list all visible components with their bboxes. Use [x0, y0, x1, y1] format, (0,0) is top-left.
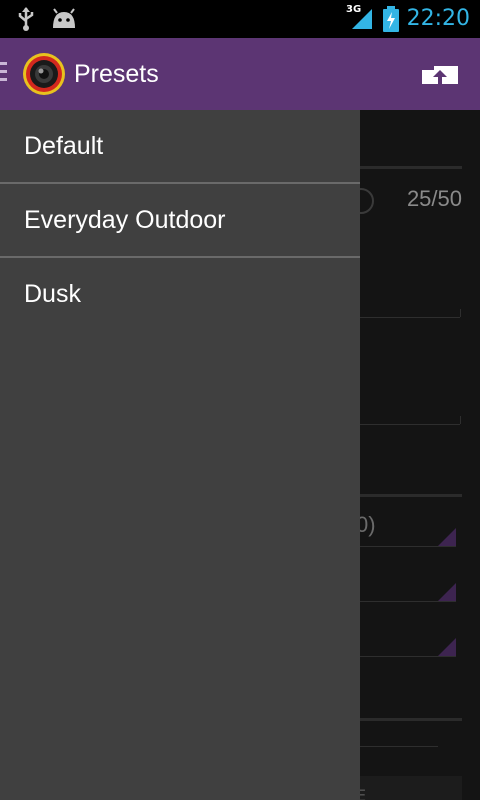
camera-lens-icon[interactable]	[22, 52, 66, 96]
drawer-item-label: Everyday Outdoor	[24, 206, 226, 234]
section-divider	[360, 166, 462, 169]
navigation-drawer: Default Everyday Outdoor Dusk	[0, 110, 360, 800]
upload-icon[interactable]	[420, 62, 460, 88]
section-divider	[360, 718, 462, 721]
android-debug-icon	[50, 0, 78, 38]
section-divider	[360, 494, 462, 497]
drawer-item-dusk[interactable]: Dusk	[0, 258, 360, 331]
spinner-arrow-icon	[438, 583, 456, 601]
clock: 22:20	[406, 6, 470, 31]
battery-charging-icon	[382, 0, 400, 38]
drawer-item-default[interactable]: Default	[0, 110, 360, 183]
usb-icon	[16, 0, 36, 38]
status-bar: 3G 22:20	[0, 0, 480, 38]
signal-icon	[350, 0, 374, 38]
text-field-underline	[360, 424, 460, 425]
spinner-arrow-icon	[438, 528, 456, 546]
drawer-item-everyday-outdoor[interactable]: Everyday Outdoor	[0, 184, 360, 257]
page-title: Presets	[74, 60, 159, 88]
spinner-arrow-icon	[438, 638, 456, 656]
counter-label: 25/50	[406, 186, 462, 211]
text-field-underline	[360, 317, 460, 318]
drawer-indicator-icon[interactable]	[0, 62, 8, 86]
drawer-item-label: Dusk	[24, 280, 81, 308]
action-bar: Presets	[0, 38, 480, 110]
button-bar	[360, 776, 462, 800]
drawer-item-label: Default	[24, 132, 104, 160]
